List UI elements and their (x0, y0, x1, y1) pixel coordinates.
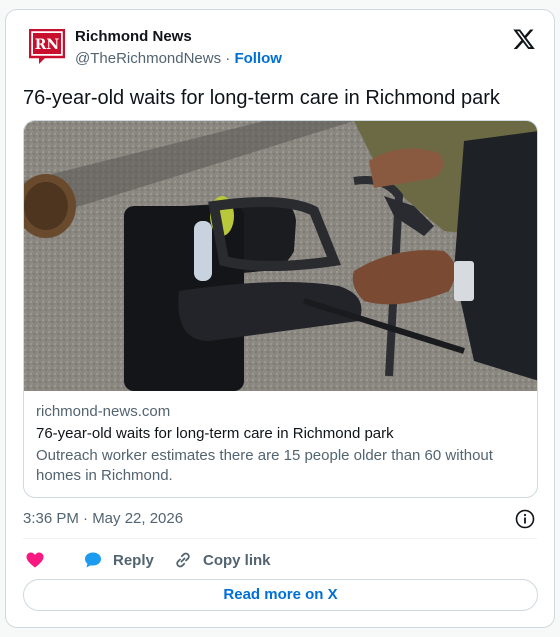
link-title: 76-year-old waits for long-term care in … (36, 425, 394, 442)
x-logo-icon[interactable] (512, 27, 536, 51)
like-button[interactable] (25, 550, 55, 570)
copy-link-label: Copy link (203, 551, 271, 569)
timestamp-row: 3:36 PM · May 22, 2026 (23, 508, 537, 530)
info-icon[interactable] (515, 509, 535, 529)
author-name[interactable]: Richmond News (75, 28, 192, 45)
action-bar: Reply Copy link (23, 546, 537, 576)
link-domain: richmond-news.com (36, 403, 171, 420)
author-handle[interactable]: @TheRichmondNews (75, 50, 221, 67)
reply-label: Reply (113, 551, 154, 569)
reply-bubble-icon (85, 552, 101, 568)
separator-dot: · (225, 50, 231, 67)
link-description: Outreach worker estimates there are 15 p… (36, 447, 493, 484)
author-handle-row: @TheRichmondNews · Follow (75, 50, 282, 67)
follow-button[interactable]: Follow (234, 50, 282, 67)
divider (23, 538, 537, 539)
link-card-image (24, 121, 537, 391)
post-timestamp[interactable]: 3:36 PM · May 22, 2026 (23, 510, 183, 527)
post-text: 76-year-old waits for long-term care in … (23, 87, 500, 109)
logo-text: RN (35, 37, 60, 53)
heart-icon (26, 552, 44, 568)
copy-link-button[interactable]: Copy link (173, 550, 271, 570)
reply-button[interactable]: Reply (83, 550, 154, 570)
link-card-meta: richmond-news.com 76-year-old waits for … (36, 402, 525, 486)
embedded-post-card: RN Richmond News @TheRichmondNews · Foll… (5, 9, 555, 628)
post-header: RN Richmond News @TheRichmondNews · Foll… (23, 25, 538, 73)
link-chain-icon (176, 552, 190, 568)
link-card[interactable]: richmond-news.com 76-year-old waits for … (23, 120, 538, 498)
read-more-button[interactable]: Read more on X (23, 579, 538, 611)
richmond-news-logo-icon[interactable]: RN (29, 29, 65, 65)
